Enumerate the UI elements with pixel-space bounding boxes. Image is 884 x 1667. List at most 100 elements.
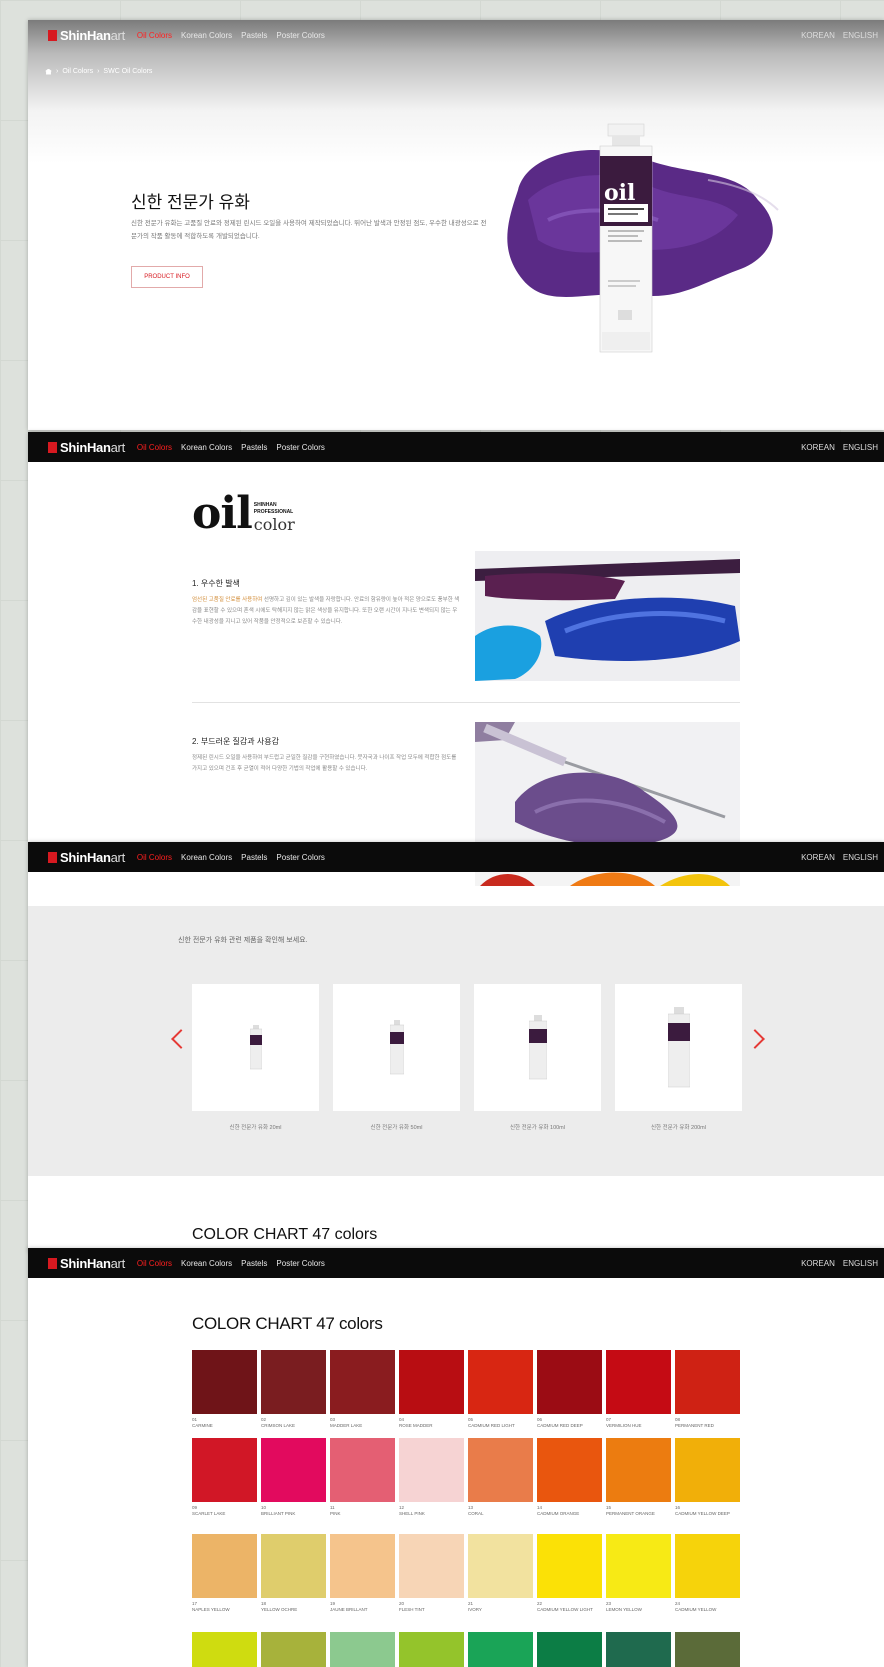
nav-item-korean-colors[interactable]: Korean Colors [181, 853, 232, 862]
swatch-color-chip [675, 1534, 740, 1598]
related-product-caption[interactable]: 신한 전문가 유화 20ml [192, 1123, 319, 1131]
oil-logo-color-word: color [253, 515, 295, 534]
feature-highlight: 엄선된 고품질 안료를 사용하여 [192, 597, 263, 603]
nav-item-pastels[interactable]: Pastels [241, 853, 267, 862]
color-swatch[interactable]: 09 SCARLET LAKE [192, 1438, 257, 1517]
nav-item-korean-colors[interactable]: Korean Colors [181, 443, 232, 452]
swatch-color-chip [330, 1632, 395, 1667]
color-swatch[interactable]: 05 CADMIUM RED LIGHT [468, 1350, 533, 1429]
color-swatch[interactable]: 16 CADMIUM YELLOW DEEP [675, 1438, 740, 1517]
nav-item-pastels[interactable]: Pastels [241, 1259, 267, 1268]
breadcrumb: › Oil Colors › SWC Oil Colors [45, 68, 152, 75]
home-icon[interactable] [45, 68, 52, 75]
nav-item-poster-colors[interactable]: Poster Colors [276, 443, 324, 452]
nav-item-oil-colors[interactable]: Oil Colors [137, 853, 172, 862]
brand-logo[interactable]: ShinHan art [48, 28, 125, 43]
swatch-color-chip [261, 1534, 326, 1598]
swatch-name: SHELL PINK [399, 1511, 425, 1516]
top-nav: ShinHan art Oil Colors Korean Colors Pas… [28, 842, 884, 872]
color-swatch[interactable]: 29EMERALD GREEN [468, 1632, 533, 1667]
related-product-caption[interactable]: 신한 전문가 유화 200ml [615, 1123, 742, 1131]
section-divider [192, 702, 740, 703]
color-swatch[interactable]: 03 MADDER LAKE [330, 1350, 395, 1429]
logo-mark-icon [48, 29, 57, 41]
swatch-color-chip [330, 1350, 395, 1414]
nav-item-oil-colors[interactable]: Oil Colors [137, 31, 172, 40]
swatch-name: CADMIUM YELLOW [675, 1607, 717, 1612]
color-swatch[interactable]: 02 CRIMSON LAKE [261, 1350, 326, 1429]
color-swatch[interactable]: 07 VERMILION HUE [606, 1350, 671, 1429]
logo-text: ShinHan [60, 1255, 111, 1271]
color-swatch[interactable]: 19 JAUNE BRILLANT [330, 1534, 395, 1613]
lang-korean[interactable]: KOREAN [801, 853, 835, 862]
color-swatch[interactable]: 22 CADMIUM YELLOW LIGHT [537, 1534, 602, 1613]
color-swatch[interactable]: 28BRIGHT GREEN [399, 1632, 464, 1667]
lang-korean[interactable]: KOREAN [801, 443, 835, 452]
brand-logo[interactable]: ShinHan art [48, 1256, 125, 1271]
feature-block: 1. 우수한 발색 엄선된 고품질 안료를 사용하여 선명하고 깊이 있는 발색… [192, 578, 462, 628]
lang-english[interactable]: ENGLISH [843, 31, 878, 40]
lang-korean[interactable]: KOREAN [801, 31, 835, 40]
color-swatch[interactable]: 23 LEMON YELLOW [606, 1534, 671, 1613]
lang-korean[interactable]: KOREAN [801, 1259, 835, 1268]
nav-item-pastels[interactable]: Pastels [241, 443, 267, 452]
nav-item-poster-colors[interactable]: Poster Colors [276, 1259, 324, 1268]
palette-knife-photo [475, 722, 740, 842]
color-swatch[interactable]: 11 PINK [330, 1438, 395, 1517]
related-product-card[interactable] [333, 984, 460, 1111]
lang-english[interactable]: ENGLISH [843, 1259, 878, 1268]
brand-logo[interactable]: ShinHan art [48, 440, 125, 455]
color-swatch[interactable]: 12 SHELL PINK [399, 1438, 464, 1517]
color-swatch[interactable]: 25YELLOW GREEN [192, 1632, 257, 1667]
nav-item-pastels[interactable]: Pastels [241, 31, 267, 40]
related-product-card[interactable] [615, 984, 742, 1111]
color-swatch[interactable]: 32SAP GREEN [675, 1632, 740, 1667]
logo-text: ShinHan [60, 27, 111, 43]
lang-english[interactable]: ENGLISH [843, 853, 878, 862]
logo-subtext: art [110, 27, 126, 43]
color-chart-title: COLOR CHART 47 colors [192, 1314, 383, 1333]
nav-item-korean-colors[interactable]: Korean Colors [181, 1259, 232, 1268]
nav-item-poster-colors[interactable]: Poster Colors [276, 853, 324, 862]
logo-mark-icon [48, 851, 57, 863]
color-swatch[interactable]: 31VIRIDIAN [606, 1632, 671, 1667]
paint-tube-icon [389, 1019, 404, 1074]
related-product-card[interactable] [192, 984, 319, 1111]
color-swatch[interactable]: 26OLIVE GREEN [261, 1632, 326, 1667]
color-swatch[interactable]: 13 CORAL [468, 1438, 533, 1517]
color-swatch[interactable]: 04 ROSE MADDER [399, 1350, 464, 1429]
color-swatch[interactable]: 15 PERMANENT ORANGE [606, 1438, 671, 1517]
nav-item-korean-colors[interactable]: Korean Colors [181, 31, 232, 40]
color-swatch[interactable]: 24 CADMIUM YELLOW [675, 1534, 740, 1613]
color-swatch[interactable]: 10 BRILLIANT PINK [261, 1438, 326, 1517]
swatch-name: PERMANENT RED [675, 1423, 714, 1428]
nav-item-oil-colors[interactable]: Oil Colors [137, 443, 172, 452]
color-swatch[interactable]: 17 NAPLES YELLOW [192, 1534, 257, 1613]
lang-english[interactable]: ENGLISH [843, 443, 878, 452]
logo-mark-icon [48, 441, 57, 453]
paint-tube-hero-image: oil [507, 123, 779, 353]
color-swatch[interactable]: 21 IVORY [468, 1534, 533, 1613]
related-product-caption[interactable]: 신한 전문가 유화 50ml [333, 1123, 460, 1131]
product-info-button[interactable]: PRODUCT INFO [131, 266, 203, 288]
color-swatch[interactable]: 18 YELLOW OCHRE [261, 1534, 326, 1613]
brand-logo[interactable]: ShinHan art [48, 850, 125, 865]
nav-item-oil-colors[interactable]: Oil Colors [137, 1259, 172, 1268]
color-swatch[interactable]: 06 CADMIUM RED DEEP [537, 1350, 602, 1429]
color-swatch[interactable]: 30PERMANENT GREEN [537, 1632, 602, 1667]
color-swatch[interactable]: 01 CARMINE [192, 1350, 257, 1429]
swatch-color-chip [399, 1438, 464, 1502]
breadcrumb-item[interactable]: Oil Colors [62, 68, 93, 75]
swatch-color-chip [468, 1350, 533, 1414]
nav-item-poster-colors[interactable]: Poster Colors [276, 31, 324, 40]
color-swatch[interactable]: 20 FLESH TINT [399, 1534, 464, 1613]
swatch-name: VERMILION HUE [606, 1423, 642, 1428]
related-product-caption[interactable]: 신한 전문가 유화 100ml [474, 1123, 601, 1131]
paint-tube-icon [249, 1024, 262, 1069]
color-swatch[interactable]: 27PALE GREEN [330, 1632, 395, 1667]
color-swatch[interactable]: 14 CADMIUM ORANGE [537, 1438, 602, 1517]
related-product-card[interactable] [474, 984, 601, 1111]
hero-description: 신한 전문가 유화는 고품질 안료와 정제된 린시드 오일을 사용하여 제작되었… [131, 220, 487, 240]
color-swatch[interactable]: 08 PERMANENT RED [675, 1350, 740, 1429]
swatch-color-chip [468, 1632, 533, 1667]
